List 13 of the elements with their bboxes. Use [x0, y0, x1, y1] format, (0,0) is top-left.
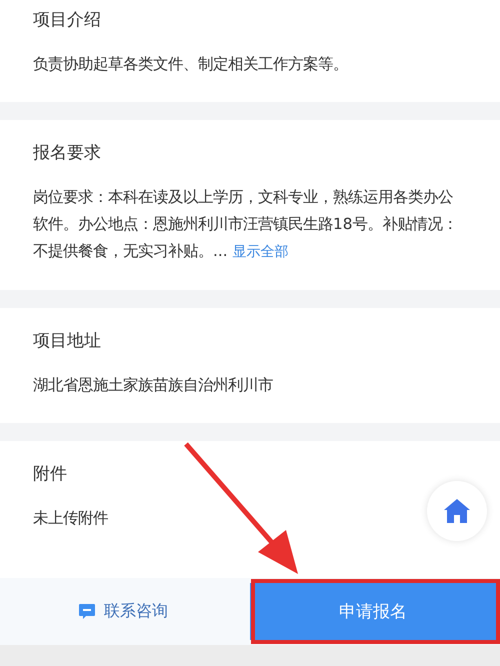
section-text: 岗位要求：本科在读及以上学历，文科专业，熟练运用各类办公软件。办公地点：恩施州利川市汪营镇民生路18号。补贴情况：不提供餐食，无实习补贴。... 显示全部	[33, 187, 458, 262]
apply-button[interactable]: 申请报名	[250, 583, 496, 640]
section-title: 报名要求	[33, 142, 102, 164]
section-text: 湖北省恩施土家族苗族自治州利川市	[33, 375, 273, 396]
section-title: 项目介绍	[33, 9, 102, 31]
chat-icon	[78, 602, 96, 620]
contact-button[interactable]: 联系咨询	[0, 578, 246, 645]
section-text: 未上传附件	[33, 508, 108, 529]
section-title: 项目地址	[33, 330, 102, 352]
home-icon	[443, 498, 471, 524]
section-title: 附件	[33, 463, 68, 485]
show-all-link[interactable]: 显示全部	[232, 244, 288, 260]
section-text: 负责协助起草各类文件、制定相关工作方案等。	[33, 54, 348, 75]
